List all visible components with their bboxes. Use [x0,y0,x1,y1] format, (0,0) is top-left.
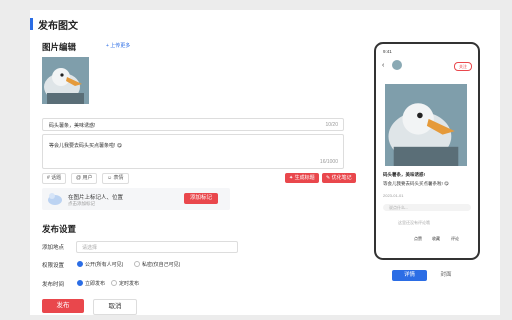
permission-label: 权限设置 [42,263,65,269]
content-text: 等会儿我要去码头买点薯条啦! 😋 [49,143,122,149]
title-input-value: 码头薯条，美味诱惑! [49,123,96,129]
page-title: 发布图文 [38,21,78,32]
like-button[interactable]: 点赞 [414,236,422,242]
tab-detail[interactable]: 详情 [392,270,427,281]
preview-image [385,84,467,166]
tag-icon [48,193,62,205]
comment-input[interactable]: 说点什么... [383,204,471,211]
perm-private-label: 私密(仅自己可见) [142,262,181,268]
preview-title: 码头薯条，美味诱惑! [383,172,425,177]
location-select[interactable]: 请选择 [76,241,238,253]
cancel-button[interactable]: 取消 [93,299,137,315]
editor-card: 发布图文 图片编辑 + 上传更多 码头薯条，美味诱惑! 10/20 等会儿我要去… [30,10,500,315]
add-tag-button[interactable]: 添加标记 [184,193,218,204]
status-clock: 9:41 [383,49,392,54]
generate-title-button[interactable]: ✦ 生成标题 [285,173,319,183]
collect-button[interactable]: 收藏 [432,236,440,242]
title-accent-bar [30,18,33,30]
content-char-count: 16/1000 [319,159,338,165]
emoji-button[interactable]: ☺ 表情 [102,173,129,184]
time-scheduled-label: 定时发布 [119,281,140,287]
location-placeholder: 请选择 [82,245,98,251]
phone-preview: 9:41 ‹ 关注 码头薯条，美味诱惑! 等会儿我要去码头买点薯条啦! 😋 20… [374,42,480,260]
follow-button[interactable]: 关注 [454,62,472,71]
topic-button[interactable]: # 话题 [42,173,67,184]
optimize-note-button[interactable]: ✎ 优化笔记 [322,173,356,183]
seagull-preview-image [385,84,467,166]
title-char-count: 10/20 [325,122,338,128]
seagull-image [42,57,89,104]
comment-button[interactable]: 评论 [451,236,459,242]
preview-body: 等会儿我要去码头买点薯条啦! 😋 [383,181,449,186]
time-now-label: 立即发布 [85,281,106,287]
location-label: 添加地点 [42,245,65,251]
settings-section-title: 发布设置 [42,224,77,234]
avatar [392,60,402,70]
tag-hint-subtitle: 点击添加标记 [68,201,95,206]
tab-cover[interactable]: 封面 [432,270,460,281]
no-comments-text: 这里还没有评论哦 [398,220,430,225]
time-scheduled-radio[interactable]: 定时发布 [111,280,139,287]
image-section-title: 图片编辑 [42,42,77,52]
title-input[interactable]: 码头薯条，美味诱惑! 10/20 [42,118,344,131]
publish-time-label: 发布时间 [42,282,65,288]
preview-date: 2023-01-01 [383,193,404,198]
perm-private-radio[interactable]: 私密(仅自己可见) [134,261,180,268]
mention-user-button[interactable]: @ 用户 [71,173,98,184]
image-thumbnail[interactable] [42,57,89,104]
tag-hint-title: 在图片上标记人、位置 [68,195,124,201]
publish-button[interactable]: 发布 [42,299,84,313]
perm-public-radio[interactable]: 公开(所有人可见) [77,261,123,268]
content-textarea[interactable]: 等会儿我要去码头买点薯条啦! 😋 16/1000 [42,134,344,169]
upload-more-link[interactable]: + 上传更多 [106,42,130,49]
time-now-radio[interactable]: 立即发布 [77,280,105,287]
back-icon[interactable]: ‹ [382,62,384,69]
perm-public-label: 公开(所有人可见) [85,262,124,268]
